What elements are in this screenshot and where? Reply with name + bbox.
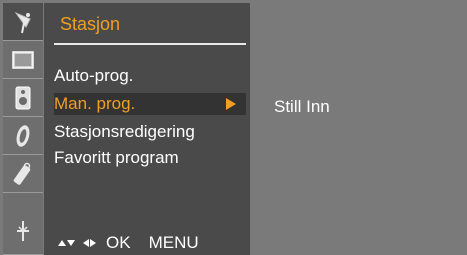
- sound-icon: [15, 86, 31, 109]
- category-options[interactable]: [3, 155, 43, 193]
- ok-hint: OK: [106, 233, 131, 252]
- menu-item-label: Stasjonsredigering: [54, 122, 195, 141]
- panel-title: Stasjon: [60, 14, 121, 34]
- category-time[interactable]: [3, 117, 43, 155]
- menu-hint: MENU: [148, 233, 199, 252]
- menu-item-label: Favoritt program: [54, 148, 179, 167]
- navigation-hint-bar: OK MENU: [54, 231, 246, 255]
- left-right-arrows-icon: [83, 239, 96, 247]
- menu-item-label: Auto-prog.: [54, 66, 134, 85]
- category-sound[interactable]: [3, 79, 43, 117]
- category-input[interactable]: [3, 193, 43, 255]
- submenu-arrow-icon: [226, 98, 236, 110]
- menu-item-man-prog[interactable]: Man. prog.: [54, 93, 246, 115]
- category-icon-column: [3, 3, 43, 255]
- input-icon: [17, 220, 29, 241]
- title-divider: [54, 43, 246, 45]
- options-icon: [13, 162, 31, 185]
- tv-osd-screen: Stasjon Auto-prog. Man. prog. Stasjonsre…: [0, 0, 467, 255]
- satellite-dish-icon: [14, 11, 31, 33]
- up-down-arrows-icon: [58, 240, 75, 246]
- time-icon: [16, 124, 30, 147]
- submenu-item-still-inn[interactable]: Still Inn: [274, 96, 330, 118]
- menu-item-auto-prog[interactable]: Auto-prog.: [54, 65, 246, 87]
- station-menu-panel: Stasjon Auto-prog. Man. prog. Stasjonsre…: [44, 3, 250, 255]
- picture-icon: [12, 50, 34, 69]
- menu-item-label: Man. prog.: [54, 94, 136, 113]
- menu-item-favourite[interactable]: Favoritt program: [54, 147, 246, 169]
- category-picture[interactable]: [3, 41, 43, 79]
- menu-item-station-edit[interactable]: Stasjonsredigering: [54, 121, 246, 143]
- category-station[interactable]: [3, 3, 43, 41]
